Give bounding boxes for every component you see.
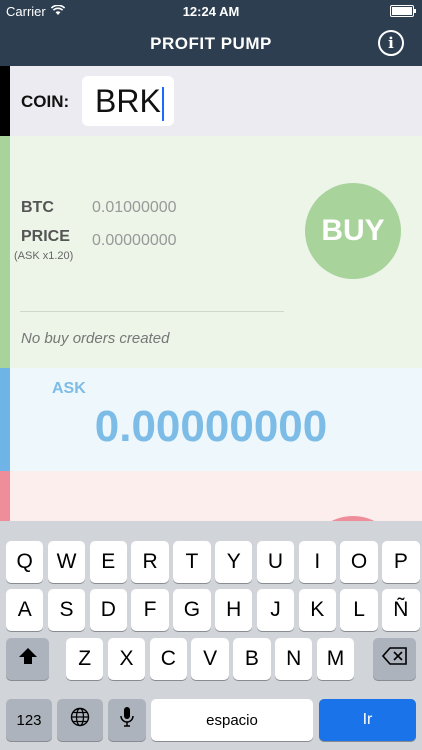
battery-icon: [390, 5, 416, 17]
key-d[interactable]: D: [89, 589, 127, 631]
sell-section-bar: [0, 471, 10, 521]
ask-label: ASK: [52, 380, 86, 397]
space-key[interactable]: espacio: [151, 699, 313, 741]
key-q[interactable]: Q: [6, 541, 44, 583]
coin-section-bar: [0, 66, 10, 136]
ask-section: ASK 0.00000000: [0, 368, 422, 471]
backspace-icon: [381, 647, 408, 671]
key-i[interactable]: I: [298, 541, 336, 583]
buy-orders-status: No buy orders created: [21, 330, 170, 347]
coin-section: COIN: BRK: [0, 66, 422, 136]
key-j[interactable]: J: [256, 589, 295, 631]
key-t[interactable]: T: [173, 541, 211, 583]
microphone-key[interactable]: [108, 699, 146, 741]
numbers-key[interactable]: 123: [6, 699, 52, 741]
key-l[interactable]: L: [340, 589, 378, 631]
key-h[interactable]: H: [215, 589, 253, 631]
microphone-icon: [119, 706, 135, 734]
coin-label: COIN:: [21, 92, 70, 111]
text-cursor: [161, 86, 164, 121]
buy-button[interactable]: BUY: [305, 183, 401, 279]
price-label: PRICE: [21, 228, 70, 245]
ask-multiplier-label: (ASK x1.20): [14, 250, 74, 262]
key-m[interactable]: M: [316, 638, 355, 680]
key-v[interactable]: V: [191, 638, 229, 680]
status-time: 12:24 AM: [182, 4, 240, 19]
backspace-key[interactable]: [373, 638, 416, 680]
key-z[interactable]: Z: [66, 638, 104, 680]
coin-input[interactable]: BRK: [82, 76, 174, 126]
globe-icon: [70, 707, 90, 733]
key-b[interactable]: B: [233, 638, 271, 680]
key-y[interactable]: Y: [215, 541, 253, 583]
price-input[interactable]: 0.00000000: [92, 232, 177, 250]
btc-label: BTC: [21, 199, 54, 216]
key-s[interactable]: S: [47, 589, 86, 631]
status-bar: Carrier 12:24 AM: [0, 0, 422, 22]
key-k[interactable]: K: [298, 589, 336, 631]
key-e[interactable]: E: [89, 541, 127, 583]
shift-key[interactable]: [6, 638, 49, 680]
key-x[interactable]: X: [107, 638, 146, 680]
sell-section: [0, 471, 422, 521]
key-o[interactable]: O: [340, 541, 378, 583]
go-key[interactable]: Ir: [319, 699, 416, 741]
page-title: PROFIT PUMP: [150, 34, 272, 53]
buy-section-bar: [0, 136, 10, 368]
nav-bar: PROFIT PUMP i: [0, 22, 422, 66]
key-ñ[interactable]: Ñ: [382, 589, 420, 631]
key-w[interactable]: W: [47, 541, 86, 583]
buy-section: BTC 0.01000000 PRICE 0.00000000 (ASK x1.…: [0, 136, 422, 368]
ask-value: 0.00000000: [94, 402, 328, 451]
key-p[interactable]: P: [382, 541, 420, 583]
key-u[interactable]: U: [256, 541, 295, 583]
key-r[interactable]: R: [131, 541, 169, 583]
key-g[interactable]: G: [173, 589, 211, 631]
key-f[interactable]: F: [131, 589, 169, 631]
info-icon[interactable]: i: [378, 30, 404, 56]
key-c[interactable]: C: [149, 638, 187, 680]
globe-key[interactable]: [57, 699, 103, 741]
btc-amount-input[interactable]: 0.01000000: [92, 199, 177, 217]
buy-divider: [20, 311, 284, 312]
key-a[interactable]: A: [6, 589, 44, 631]
coin-input-text: BRK: [95, 83, 161, 119]
keyboard: QWERTYUIOP ASDFGHJKLÑ ZXCVBNM 123 espaci…: [0, 521, 422, 750]
key-n[interactable]: N: [275, 638, 313, 680]
shift-icon: [18, 646, 38, 672]
